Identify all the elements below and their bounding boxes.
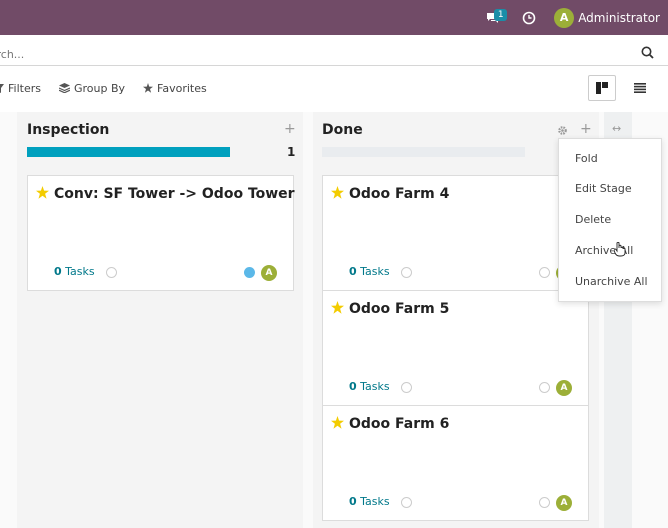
kanban-card[interactable]: Odoo Farm 6 0 Tasks A	[322, 405, 589, 521]
favorite-star-icon[interactable]	[331, 301, 344, 314]
favorite-star-icon[interactable]	[36, 186, 49, 199]
menu-item-fold[interactable]: Fold	[575, 152, 598, 165]
column-config-dropdown: Fold Edit Stage Delete Archive All Unarc…	[558, 138, 662, 302]
view-switcher	[588, 75, 654, 101]
group-by-button[interactable]: Group By	[58, 81, 126, 95]
tasks-count: 0	[349, 265, 357, 278]
activity-button[interactable]	[520, 9, 538, 27]
card-title: Conv: SF Tower -> Odoo Tower	[54, 186, 295, 202]
column-progress-bar-done[interactable]	[322, 147, 525, 157]
expand-arrows-icon[interactable]: ↔	[612, 122, 621, 135]
list-view-button[interactable]	[626, 75, 654, 101]
assignee-avatar[interactable]: A	[556, 495, 572, 511]
kanban-card[interactable]: Odoo Farm 5 0 Tasks A	[322, 290, 589, 406]
tasks-count: 0	[54, 265, 62, 278]
add-card-button-done[interactable]: +	[580, 121, 592, 137]
menu-item-edit-stage[interactable]: Edit Stage	[575, 182, 632, 195]
hand-cursor-icon	[614, 242, 626, 257]
column-count-inspection: 1	[287, 145, 296, 159]
top-navbar: 1 A Administrator	[0, 0, 668, 35]
favorites-label: Favorites	[157, 81, 207, 95]
filter-icon	[0, 83, 4, 93]
menu-item-unarchive-all[interactable]: Unarchive All	[575, 275, 648, 288]
filters-button[interactable]: Filters	[0, 82, 41, 95]
favorites-button[interactable]: Favorites	[143, 82, 207, 95]
tasks-label: Tasks	[360, 495, 390, 508]
favorite-star-icon[interactable]	[331, 186, 344, 199]
navbar-systray: 1 A Administrator	[484, 0, 660, 35]
card-tasks-link[interactable]: 0 Tasks	[349, 265, 390, 278]
list-icon	[634, 83, 646, 93]
card-tasks-link[interactable]: 0 Tasks	[349, 495, 390, 508]
status-circle-icon[interactable]	[539, 497, 550, 508]
kanban-view-button[interactable]	[588, 75, 616, 101]
add-card-button-inspection[interactable]: +	[284, 121, 296, 137]
status-dot-icon[interactable]	[244, 267, 255, 278]
kanban-card[interactable]: Conv: SF Tower -> Odoo Tower 0 Tasks A	[27, 175, 295, 291]
status-circle-icon[interactable]	[539, 267, 550, 278]
column-title-inspection[interactable]: Inspection	[27, 122, 109, 138]
filters-label: Filters	[8, 81, 41, 95]
layers-icon	[58, 83, 70, 93]
progress-fill-inspection	[27, 147, 230, 157]
tasks-label: Tasks	[360, 265, 390, 278]
tasks-label: Tasks	[360, 380, 390, 393]
status-circle-icon[interactable]	[539, 382, 550, 393]
tasks-count: 0	[349, 380, 357, 393]
user-menu[interactable]: A Administrator	[554, 7, 660, 28]
column-progress-bar-inspection[interactable]	[27, 147, 230, 157]
search-bar	[0, 42, 668, 66]
kanban-icon	[596, 82, 608, 94]
activity-circle-icon[interactable]	[401, 267, 412, 278]
group-by-label: Group By	[73, 81, 126, 95]
favorite-star-icon[interactable]	[331, 416, 344, 429]
clock-icon	[522, 11, 536, 24]
tasks-count: 0	[349, 495, 357, 508]
kanban-card[interactable]: Odoo Farm 4 0 Tasks A	[322, 175, 589, 291]
activity-circle-icon[interactable]	[401, 497, 412, 508]
tasks-label: Tasks	[65, 265, 95, 278]
message-count-badge: 1	[494, 8, 508, 21]
assignee-avatar[interactable]: A	[556, 380, 572, 396]
activity-circle-icon[interactable]	[401, 382, 412, 393]
card-title: Odoo Farm 6	[349, 416, 450, 432]
card-tasks-link[interactable]: 0 Tasks	[349, 380, 390, 393]
menu-item-delete[interactable]: Delete	[575, 213, 611, 226]
messaging-button[interactable]: 1	[484, 8, 508, 28]
card-title: Odoo Farm 4	[349, 186, 450, 202]
search-icon[interactable]	[641, 46, 654, 59]
gear-icon[interactable]	[557, 125, 568, 136]
search-panel-options: Filters Group By Favorites	[0, 76, 207, 100]
card-tasks-link[interactable]: 0 Tasks	[54, 265, 95, 278]
search-input[interactable]	[0, 44, 596, 64]
assignee-avatar[interactable]: A	[261, 265, 277, 281]
activity-circle-icon[interactable]	[106, 267, 117, 278]
column-title-done[interactable]: Done	[322, 122, 363, 138]
user-name: Administrator	[578, 10, 660, 25]
user-avatar: A	[554, 7, 575, 28]
card-title: Odoo Farm 5	[349, 301, 450, 317]
star-icon	[143, 83, 154, 93]
